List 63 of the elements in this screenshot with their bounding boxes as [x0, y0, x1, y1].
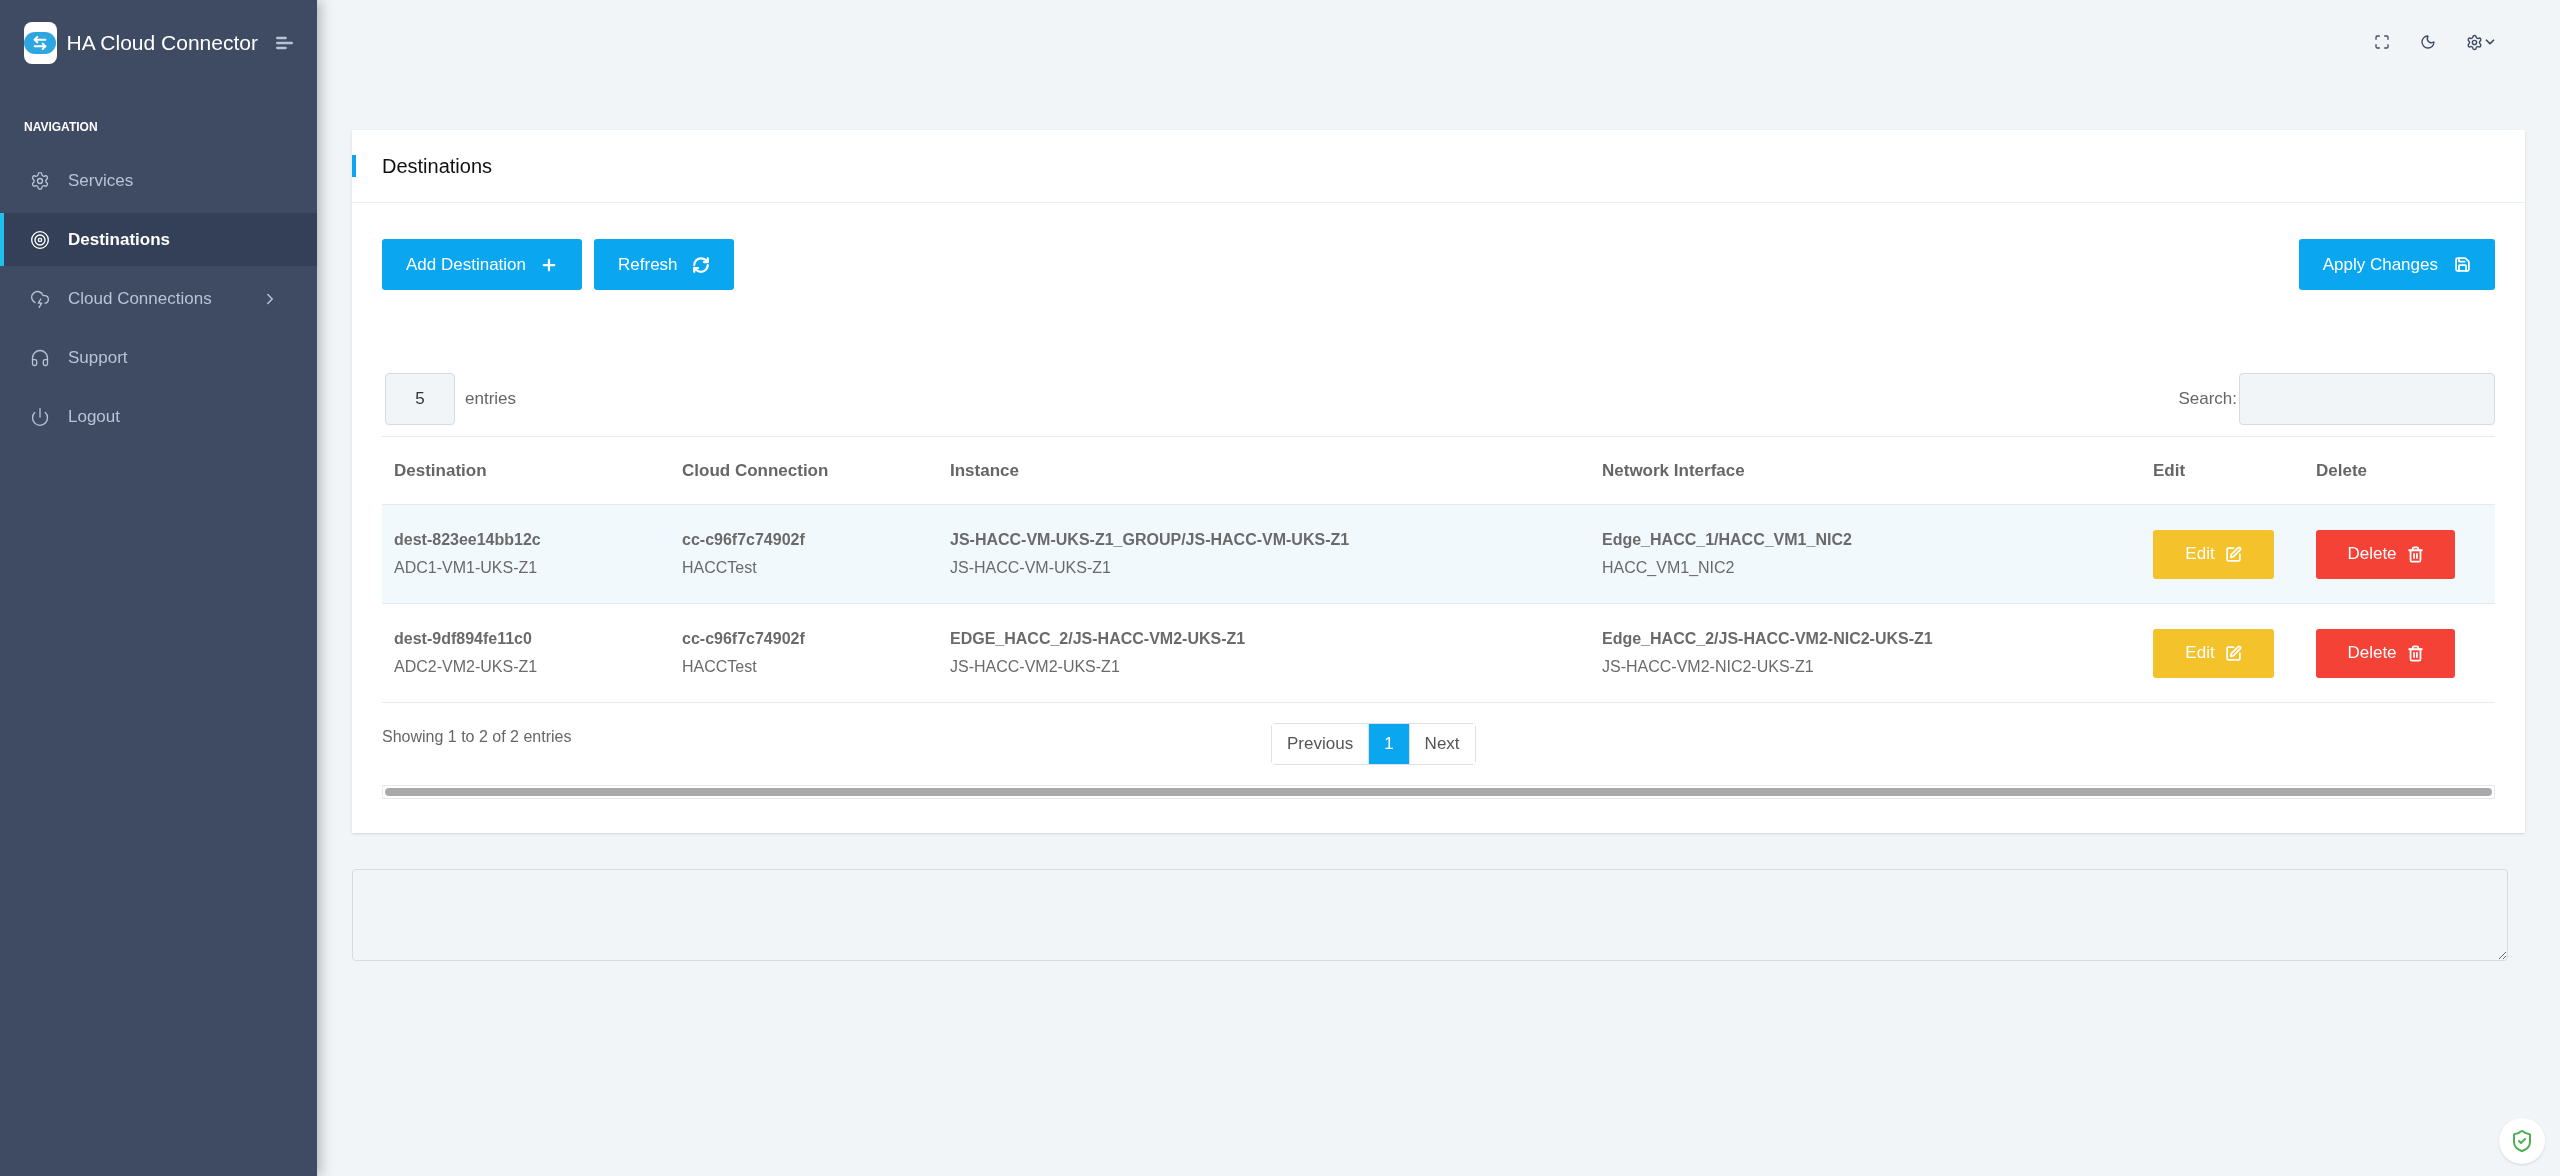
delete-button[interactable]: Delete [2316, 529, 2455, 579]
table-cell-secondary: ADC1-VM1-UKS-Z1 [394, 558, 539, 578]
table-row[interactable]: dest-823ee14bb12c ADC1-VM1-UKS-Z1 cc-c96f7c74902f HACCTest JS-HACC-VM-UKS-Z1_GROUP/JS-HACC-VM-UKS-Z1 JS-HACC-VM-UKS-Z1 Edge_HACC_1/HACC_VM1_NIC2 HACC_VM1_NIC2 Edit Delete [382, 505, 2495, 604]
column-header[interactable]: Delete [2316, 460, 2368, 480]
action-button[interactable]: Refresh [594, 239, 734, 290]
trash-icon [2406, 545, 2424, 563]
target-icon [30, 229, 50, 250]
pagination-button[interactable]: Next [1408, 724, 1475, 764]
action-button[interactable]: Add Destination [382, 239, 583, 290]
table-cell-secondary: JS-HACC-VM2-NIC2-UKS-Z1 [1602, 657, 1815, 677]
apply-changes-button[interactable]: Apply Changes [2298, 239, 2495, 290]
table-cell-primary: dest-9df894fe11c0 [394, 629, 533, 649]
menu-toggle-icon[interactable] [275, 35, 293, 51]
table-cell-primary: EDGE_HACC_2/JS-HACC-VM2-UKS-Z1 [950, 629, 1247, 649]
refresh-icon [691, 255, 710, 274]
column-header[interactable]: Destination [394, 460, 487, 480]
nav-item[interactable]: Cloud Connections [0, 272, 317, 325]
shield-check-icon [2510, 1129, 2534, 1153]
settings-menu[interactable] [2466, 33, 2497, 51]
nav-item[interactable]: Support [0, 331, 317, 384]
nav-section-label: NAVIGATION [24, 120, 98, 134]
nav-item[interactable]: Logout [0, 390, 317, 443]
save-icon [2454, 256, 2471, 273]
app-title: HA Cloud Connector [66, 30, 258, 57]
card-title: Destinations [382, 154, 493, 179]
column-header[interactable]: Network Interface [1602, 460, 1745, 480]
table-cell-primary: cc-c96f7c74902f [682, 629, 806, 649]
column-header[interactable]: Cloud Connection [682, 460, 829, 480]
table-cell-primary: dest-823ee14bb12c [394, 530, 542, 550]
shield-check-button[interactable] [2499, 1118, 2545, 1164]
table-cell-secondary: JS-HACC-VM2-UKS-Z1 [950, 657, 1121, 677]
search-label: Search: [2178, 388, 2237, 411]
table-cell-primary: JS-HACC-VM-UKS-Z1_GROUP/JS-HACC-VM-UKS-Z1 [950, 530, 1351, 550]
pagination-button[interactable]: 1 [1368, 724, 1409, 764]
gear-icon [30, 170, 50, 191]
table-cell-secondary: HACCTest [682, 657, 758, 677]
edit-icon [2224, 644, 2242, 662]
table-cell-secondary: HACCTest [682, 558, 758, 578]
fullscreen-icon[interactable] [2374, 34, 2390, 50]
table-cell-secondary: ADC2-VM2-UKS-Z1 [394, 657, 539, 677]
horizontal-scrollbar[interactable] [385, 788, 2492, 796]
page-length-select[interactable]: 5 [385, 373, 455, 425]
table-cell-primary: Edge_HACC_1/HACC_VM1_NIC2 [1602, 530, 1853, 550]
table-info: Showing 1 to 2 of 2 entries [382, 727, 572, 747]
column-header[interactable]: Edit [2153, 460, 2186, 480]
cloud-icon [30, 288, 50, 309]
entries-label: entries [465, 388, 517, 411]
search-field[interactable] [2239, 373, 2495, 425]
headphones-icon [30, 347, 50, 368]
power-icon [30, 406, 50, 427]
nav-item[interactable]: Services [0, 154, 317, 207]
delete-button[interactable]: Delete [2316, 628, 2455, 678]
table-cell-secondary: JS-HACC-VM-UKS-Z1 [950, 558, 1112, 578]
edit-icon [2224, 545, 2242, 563]
app-logo-icon [24, 22, 57, 64]
table-cell-primary: cc-c96f7c74902f [682, 530, 806, 550]
trash-icon [2406, 644, 2424, 662]
settings-icon [2466, 33, 2483, 51]
column-header[interactable]: Instance [950, 460, 1019, 480]
table-cell-primary: Edge_HACC_2/JS-HACC-VM2-NIC2-UKS-Z1 [1602, 629, 1934, 649]
moon-icon[interactable] [2420, 34, 2436, 50]
nav-item[interactable]: Destinations [0, 213, 317, 266]
table-cell-secondary: HACC_VM1_NIC2 [1602, 558, 1736, 578]
